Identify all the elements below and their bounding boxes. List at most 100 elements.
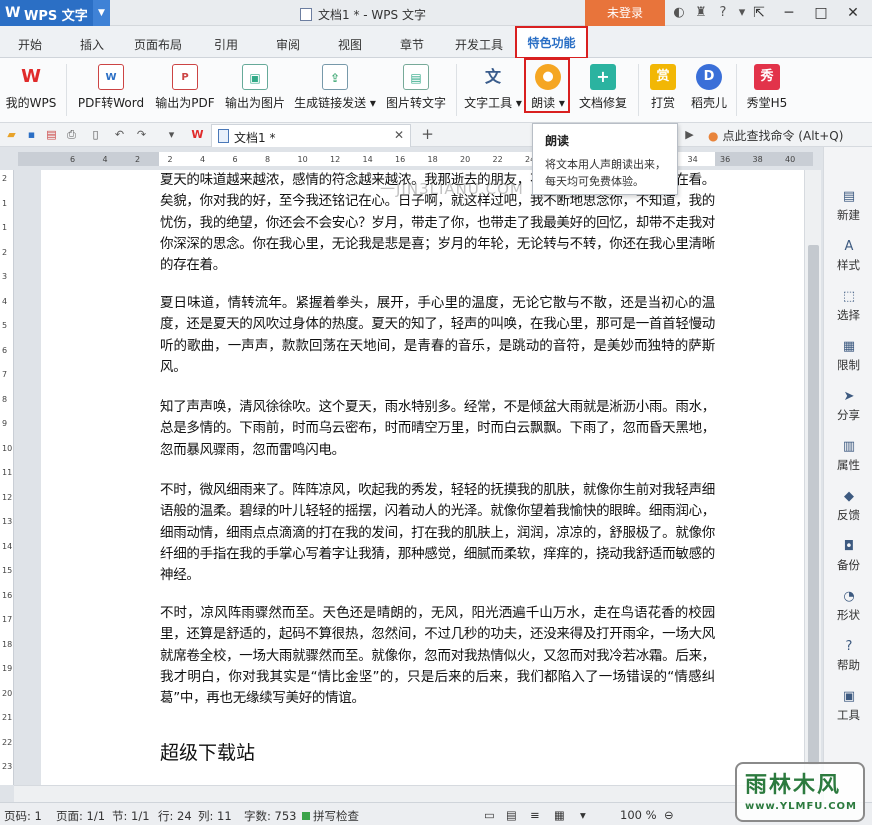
tab-references[interactable]: 引用 [214,36,238,53]
login-button[interactable]: 未登录 [585,0,665,26]
tab-view[interactable]: 视图 [338,36,362,53]
scrollbar-thumb[interactable] [808,245,819,765]
command-search[interactable]: ● 点此查找命令 (Alt+Q) [708,127,843,144]
ruler-tick: 2 [167,155,173,164]
sidebar-label: 形状 [837,608,860,622]
lightbulb-icon: ● [708,129,719,143]
brand-watermark-logo: 雨林木风 www.YLMFU.COM [735,762,865,822]
ruler-tick: 9 [2,419,8,428]
redo-icon[interactable]: ↷ [134,127,149,142]
sidebar-item-help[interactable]: ? 帮助 [824,637,872,687]
sidebar-item-shape[interactable]: ◔ 形状 [824,587,872,637]
horizontal-scrollbar[interactable] [14,785,821,802]
app-menu-button[interactable]: W WPS 文字 ▼ [0,0,110,26]
document-page[interactable]: 夏天的味道越来越浓，感情的符念越来越浓。我那逝去的朋友，不管你是否在看，那是否在… [41,170,804,785]
restore-ribbon-icon[interactable]: ⇱ [742,0,776,26]
text-tools-icon: 文 [484,67,501,86]
spellcheck-toggle[interactable]: 拼写检查 [302,808,359,824]
ruler-tick: 12 [330,155,341,164]
tab-chapter[interactable]: 章节 [400,36,424,53]
sidebar-item-select[interactable]: ⬚ 选择 [824,287,872,337]
reward-button[interactable]: 赏 打赏 [642,58,684,123]
document-repair-button[interactable]: + 文档修复 [572,58,634,123]
tab-insert[interactable]: 插入 [80,36,104,53]
sidebar-item-new[interactable]: ▤ 新建 [824,187,872,237]
sidebar-item-restrict[interactable]: ▦ 限制 [824,337,872,387]
shirt-icon[interactable]: ♜ [692,4,710,22]
tab-developer[interactable]: 开发工具 [455,36,503,53]
sidebar-item-properties[interactable]: ▥ 属性 [824,437,872,487]
reading-view-icon[interactable]: ▾ [580,808,586,822]
skin-icon[interactable]: ◐ [670,4,688,22]
view-mode-icon[interactable]: ▭ [484,808,495,822]
tab-special-features[interactable]: 特色功能 [515,26,588,59]
sidebar-item-backup[interactable]: ◘ 备份 [824,537,872,587]
ruler-tick: 12 [2,492,13,502]
chevron-down-icon[interactable]: ▼ [93,0,110,26]
text-tools-button[interactable]: 文 文字工具 ▾ [462,58,524,123]
pdf-to-word-button[interactable]: W PDF转Word [72,58,150,123]
wps-logo-icon: W [5,5,21,21]
close-tab-icon[interactable]: ✕ [394,128,404,142]
docer-button[interactable]: D 稻壳儿 [686,58,732,123]
zoom-level[interactable]: 100 % [620,808,657,822]
document-heading: 超级下载站 [160,742,256,764]
export-pdf-label: 输出为PDF [155,96,215,110]
document-tab[interactable]: 文档1 * ✕ [211,124,411,147]
wps-logo-icon: W [21,66,41,87]
xiutang-button[interactable]: 秀 秀堂H5 [740,58,794,123]
undo-icon[interactable]: ↶ [112,127,127,142]
vertical-scrollbar[interactable] [804,170,821,785]
zoom-out-icon[interactable]: ⊖ [664,808,674,822]
ruler-tick: 5 [2,321,8,330]
horizontal-ruler[interactable]: 642246810121416182022242628303234363840 [18,152,813,166]
minimize-button[interactable]: ─ [772,0,806,26]
share-link-button[interactable]: ⇪ 生成链接发送 ▾ [292,58,378,123]
ruler-tick: 23 [2,762,13,771]
sidebar-item-share[interactable]: ➤ 分享 [824,387,872,437]
ruler-tick: 15 [2,566,13,575]
pdf-to-word-label: PDF转Word [77,96,145,110]
customize-chevron-icon[interactable]: ▾ [164,127,179,142]
close-button[interactable]: ✕ [836,0,870,26]
outline-view-icon[interactable]: ≡ [530,808,540,822]
pdf-icon[interactable]: ▤ [44,127,59,142]
sidebar-label: 备份 [837,558,860,572]
help-icon[interactable]: ? [714,4,732,22]
sidebar-item-feedback[interactable]: ◆ 反馈 [824,487,872,537]
print-preview-icon[interactable]: ▯ [88,127,103,142]
print-icon[interactable]: ⎙ [64,127,79,142]
open-folder-icon[interactable]: ▰ [4,127,19,142]
image-to-text-button[interactable]: ▤ 图片转文字 [380,58,452,123]
ruler-tick: 19 [2,664,13,673]
watermark-text: 一JIN3LIANU.COM [380,180,524,198]
window-title-text: 文档1 * - WPS 文字 [318,8,426,22]
maximize-button[interactable]: □ [804,0,838,26]
new-doc-icon: ▤ [842,189,856,204]
my-wps-button[interactable]: W 我的WPS [0,58,62,123]
export-image-button[interactable]: ▣ 输出为图片 [220,58,290,123]
save-icon[interactable]: ▪ [24,127,39,142]
vertical-ruler[interactable]: 2 1 1 2 3 4 5 6 7 8 9 10 11 12 13 14 15 16 17 18 19 20 21 22 23 [0,170,14,785]
tab-page-layout[interactable]: 页面布局 [134,36,182,53]
new-tab-icon[interactable]: + [420,127,435,142]
sidebar-item-style[interactable]: A 样式 [824,237,872,287]
xiutang-icon: 秀 [754,64,780,90]
status-word-count[interactable]: 字数: 753 [244,808,296,824]
paragraph: 不时，微风细雨来了。阵阵凉风，吹起我的秀发，轻轻的抚摸我的肌肤，就像你生前对我轻… [160,482,715,584]
export-pdf-button[interactable]: P 输出为PDF [150,58,220,123]
share-link-label: 生成链接发送 ▾ [294,96,376,110]
feedback-icon: ◆ [844,489,854,504]
tab-home[interactable]: 开始 [18,36,42,53]
sidebar-item-tools[interactable]: ▣ 工具 [824,687,872,737]
page-view-icon[interactable]: ▤ [506,808,517,822]
wps-small-icon[interactable]: W [190,127,205,142]
tool-icon[interactable]: ▶ [682,127,697,142]
ruler-tick: 20 [460,155,471,164]
tab-review[interactable]: 审阅 [276,36,300,53]
text-tools-label: 文字工具 ▾ [464,96,522,110]
ruler-tick: 10 [2,443,13,453]
ruler-tick: 4 [2,296,8,306]
web-view-icon[interactable]: ▦ [554,808,565,822]
backup-icon: ◘ [843,539,855,554]
